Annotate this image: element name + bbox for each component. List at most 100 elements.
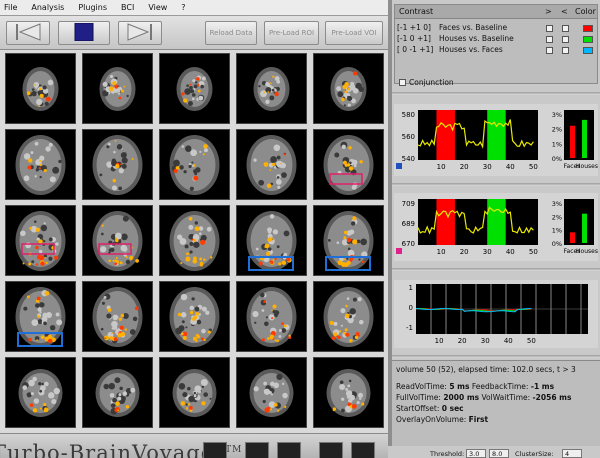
brain-slice[interactable] — [5, 53, 76, 124]
skip-to-end-button[interactable] — [118, 21, 162, 45]
skip-to-end-icon — [125, 23, 155, 43]
roi-marker[interactable] — [396, 248, 402, 254]
preload-roi-button[interactable]: Pre-Load ROI — [264, 21, 319, 45]
separator — [392, 183, 600, 186]
brain-slice[interactable] — [159, 205, 230, 276]
brain-slice[interactable] — [82, 281, 153, 352]
menu-plugins[interactable]: Plugins — [78, 3, 107, 12]
gt-checkbox[interactable] — [546, 36, 553, 43]
overlay-on-volume: OverlayOnVolume: First — [396, 415, 489, 424]
color-column-header: Color — [575, 7, 596, 16]
surface-view-thumbnail[interactable] — [319, 442, 343, 458]
brain-slice[interactable] — [82, 357, 153, 428]
contrast-color-swatch[interactable] — [583, 36, 593, 43]
condition-block — [487, 110, 506, 160]
menu-bar: File Analysis Plugins BCI View ? — [0, 0, 388, 16]
layout-grid-thumbnail[interactable] — [203, 442, 227, 458]
status-panel: volume 50 (52), elapsed time: 102.0 secs… — [392, 360, 600, 452]
clustersize-input[interactable]: 4 — [562, 449, 582, 458]
skip-to-start-button[interactable] — [6, 21, 50, 45]
brain-slice[interactable] — [159, 53, 230, 124]
brain-slice[interactable] — [236, 129, 307, 200]
gt-checkbox[interactable] — [546, 25, 553, 32]
y-tick-label: 560 — [402, 133, 415, 141]
conjunction-checkbox[interactable] — [399, 79, 406, 86]
bar-plot-area — [564, 199, 594, 245]
bar-tick-label: 0% — [552, 155, 562, 163]
x-tick-label: 20 — [460, 163, 469, 171]
brain-slice[interactable] — [159, 281, 230, 352]
brain-slice[interactable] — [313, 129, 384, 200]
brain-slice[interactable] — [159, 357, 230, 428]
gt-checkbox[interactable] — [546, 47, 553, 54]
x-tick-label: 30 — [483, 163, 492, 171]
lt-checkbox[interactable] — [562, 47, 569, 54]
roi-plot-1: 580 560 540 10 20 30 40 50 3% 2% 1% 0% Faces Houses — [394, 104, 598, 176]
threshold-min-input[interactable]: 3.0 — [466, 449, 486, 458]
brain-slice[interactable] — [236, 53, 307, 124]
bar — [582, 213, 587, 243]
volume-status: volume 50 (52), elapsed time: 102.0 secs… — [396, 365, 576, 374]
skip-to-start-icon — [13, 23, 43, 43]
brain-slice[interactable] — [313, 357, 384, 428]
conjunction-label: Conjunction — [409, 78, 454, 87]
brain-slice[interactable] — [82, 129, 153, 200]
contrast-color-swatch[interactable] — [583, 47, 593, 54]
menu-bci[interactable]: BCI — [121, 3, 134, 12]
full-wait-times: FullVolTime: 2000 ms VolWaitTime: -2056 … — [396, 393, 572, 402]
slice-view-thumbnail[interactable] — [245, 442, 269, 458]
lt-checkbox[interactable] — [562, 36, 569, 43]
lt-checkbox[interactable] — [562, 25, 569, 32]
brain-slice[interactable] — [5, 205, 76, 276]
brain-slice[interactable] — [313, 281, 384, 352]
bar-tick-label: 2% — [552, 126, 562, 134]
y-tick-label: 709 — [402, 200, 415, 208]
stop-button[interactable] — [58, 21, 110, 45]
bar-tick-label: 2% — [552, 213, 562, 221]
brain-slice[interactable] — [313, 205, 384, 276]
bar — [570, 125, 575, 158]
brain-slice[interactable] — [236, 205, 307, 276]
y-tick-label: 580 — [402, 111, 415, 119]
threshold-max-input[interactable]: 8.0 — [489, 449, 509, 458]
brain-slice[interactable] — [159, 129, 230, 200]
bar-label: Houses — [576, 163, 598, 170]
contrast-label: Houses vs. Faces — [439, 45, 503, 54]
lt-column-header: < — [561, 7, 568, 16]
contrast-panel: Contrast > < Color [-1 +1 0] Faces vs. Ba… — [394, 4, 598, 87]
brain-3d-thumbnail[interactable] — [351, 442, 375, 458]
menu-analysis[interactable]: Analysis — [31, 3, 64, 12]
contrast-color-swatch[interactable] — [583, 25, 593, 32]
y-tick-label: 1 — [409, 284, 413, 292]
contrast-row[interactable]: [ 0 -1 +1] Houses vs. Faces — [397, 45, 595, 56]
read-feedback-times: ReadVolTime: 5 ms FeedbackTime: -1 ms — [396, 382, 555, 391]
x-tick-label: 50 — [527, 337, 536, 345]
x-tick-label: 10 — [437, 163, 446, 171]
contrast-row[interactable]: [-1 +1 0] Faces vs. Baseline — [397, 23, 595, 34]
brain-slice[interactable] — [313, 53, 384, 124]
conjunction-option[interactable]: Conjunction — [399, 78, 454, 87]
reload-data-button[interactable]: Reload Data — [205, 21, 257, 45]
menu-view[interactable]: View — [148, 3, 167, 12]
condition-block — [487, 199, 506, 245]
brain-slice[interactable] — [236, 281, 307, 352]
menu-file[interactable]: File — [4, 3, 17, 12]
brain-slice[interactable] — [82, 205, 153, 276]
brain-slice[interactable] — [82, 53, 153, 124]
brain-slice[interactable] — [5, 129, 76, 200]
contrast-weights: [-1 0 +1] — [397, 34, 431, 43]
roi-marker[interactable] — [396, 163, 402, 169]
right-panel: Contrast > < Color [-1 +1 0] Faces vs. Ba… — [392, 0, 600, 458]
brain-slice[interactable] — [5, 357, 76, 428]
bar-tick-label: 1% — [552, 140, 562, 148]
contrast-label: Houses vs. Baseline — [439, 34, 514, 43]
brain-slice[interactable] — [236, 357, 307, 428]
preload-voi-button[interactable]: Pre-Load VOI — [325, 21, 383, 45]
brain-slice[interactable] — [5, 281, 76, 352]
menu-help[interactable]: ? — [181, 3, 185, 12]
separator — [392, 268, 600, 271]
multi-slice-thumbnail[interactable] — [277, 442, 301, 458]
contrast-row[interactable]: [-1 0 +1] Houses vs. Baseline — [397, 34, 595, 45]
bar-tick-label: 3% — [552, 111, 562, 119]
x-tick-label: 20 — [460, 248, 469, 256]
